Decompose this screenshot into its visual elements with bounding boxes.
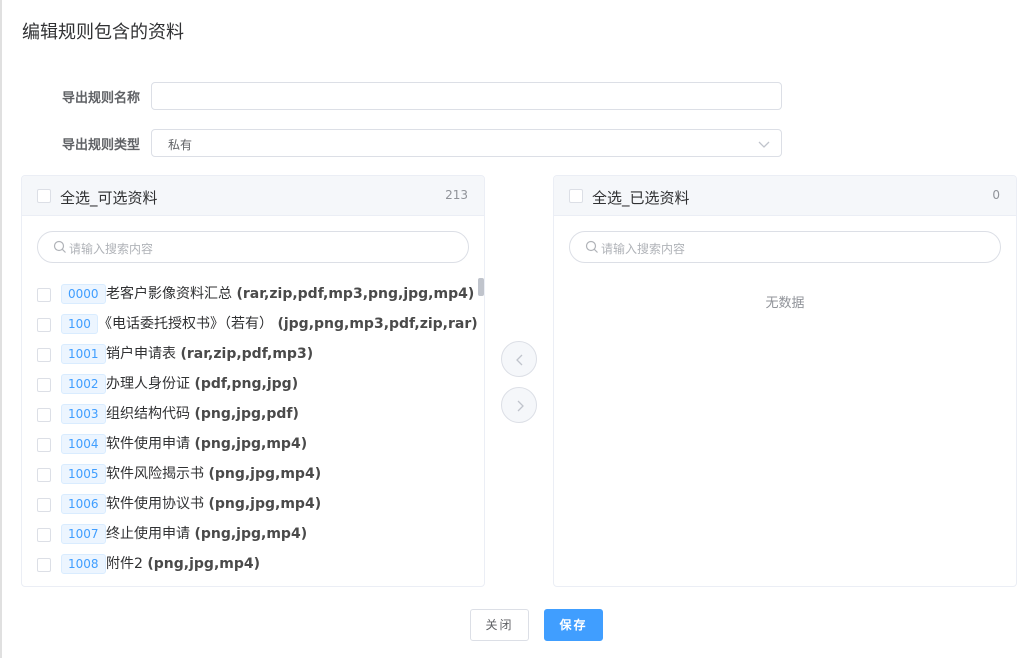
item-name: 《电话委托授权书》（若有） [98, 316, 273, 332]
selected-panel: 全选_已选资料 0 请输入搜索内容 无数据 [553, 175, 1017, 587]
rule-name-label: 导出规则名称 [61, 91, 140, 106]
available-list-scrollbar[interactable] [478, 278, 484, 296]
item-code-tag: 1001 [61, 344, 106, 364]
search-icon [53, 240, 66, 253]
item-checkbox[interactable] [37, 408, 51, 422]
item-label: 软件使用申请 (png,jpg,mp4) [106, 433, 307, 453]
item-name: 办理人身份证 [106, 376, 190, 392]
selected-search-input[interactable]: 请输入搜索内容 [569, 231, 1001, 263]
available-count: 213 [445, 188, 468, 202]
item-name: 销户申请表 [106, 346, 176, 362]
item-code-tag: 1006 [61, 494, 106, 514]
list-item[interactable]: 1001 销户申请表 (rar,zip,pdf,mp3) [22, 338, 484, 368]
list-item[interactable]: 100 《电话委托授权书》（若有） (jpg,png,mp3,pdf,zip,r… [22, 308, 484, 338]
selected-panel-title[interactable]: 全选_已选资料 [592, 187, 690, 208]
selected-search-placeholder: 请输入搜索内容 [601, 242, 686, 256]
item-checkbox[interactable] [37, 318, 51, 332]
item-checkbox[interactable] [37, 438, 51, 452]
list-item[interactable]: 1002 办理人身份证 (pdf,png,jpg) [22, 368, 484, 398]
item-checkbox[interactable] [37, 348, 51, 362]
save-button[interactable]: 保存 [544, 609, 603, 641]
rule-type-select[interactable]: 私有 [151, 129, 782, 157]
selected-panel-header: 全选_已选资料 0 [554, 176, 1016, 216]
available-search-input[interactable]: 请输入搜索内容 [37, 231, 469, 263]
item-code-tag: 0000 [61, 284, 106, 304]
item-label: 老客户影像资料汇总 (rar,zip,pdf,mp3,png,jpg,mp4) [106, 283, 474, 303]
list-item[interactable]: 1008 附件2 (png,jpg,mp4) [22, 548, 484, 578]
selected-count: 0 [992, 188, 1000, 202]
available-panel-title[interactable]: 全选_可选资料 [60, 187, 158, 208]
available-panel-header: 全选_可选资料 213 [22, 176, 484, 216]
list-item[interactable]: 1007 终止使用申请 (png,jpg,mp4) [22, 518, 484, 548]
chevron-left-icon [516, 354, 523, 366]
item-code-tag: 1003 [61, 404, 106, 424]
dialog-title: 编辑规则包含的资料 [22, 22, 184, 43]
item-name: 软件使用申请 [106, 436, 190, 452]
close-button[interactable]: 关闭 [470, 609, 529, 641]
item-code-tag: 1004 [61, 434, 106, 454]
list-item[interactable]: 1005 软件风险揭示书 (png,jpg,mp4) [22, 458, 484, 488]
available-panel: 全选_可选资料 213 请输入搜索内容 0000 老客户影像资料汇总 (rar,… [21, 175, 485, 587]
rule-type-value: 私有 [168, 138, 193, 152]
rule-type-label: 导出规则类型 [61, 138, 140, 153]
item-name: 组织结构代码 [106, 406, 190, 422]
item-formats: (png,jpg,mp4) [208, 466, 322, 482]
item-label: 《电话委托授权书》（若有） (jpg,png,mp3,pdf,zip,rar) [98, 313, 478, 333]
item-formats: (jpg,png,mp3,pdf,zip,rar) [277, 316, 478, 332]
item-name: 终止使用申请 [106, 526, 190, 542]
list-item[interactable]: 1004 软件使用申请 (png,jpg,mp4) [22, 428, 484, 458]
item-formats: (rar,zip,pdf,mp3,png,jpg,mp4) [236, 286, 475, 302]
item-checkbox[interactable] [37, 558, 51, 572]
chevron-down-icon [758, 141, 770, 148]
list-item[interactable]: 1006 软件使用协议书 (png,jpg,mp4) [22, 488, 484, 518]
item-checkbox[interactable] [37, 528, 51, 542]
item-label: 办理人身份证 (pdf,png,jpg) [106, 373, 298, 393]
item-name: 软件风险揭示书 [106, 466, 204, 482]
item-code-tag: 1005 [61, 464, 106, 484]
item-formats: (png,jpg,mp4) [194, 436, 308, 452]
item-code-tag: 100 [61, 314, 98, 334]
empty-text: 无数据 [765, 296, 805, 311]
move-right-button[interactable] [501, 387, 537, 423]
available-search-placeholder: 请输入搜索内容 [69, 242, 154, 256]
select-all-selected-checkbox[interactable] [569, 189, 583, 203]
item-formats: (png,jpg,mp4) [194, 526, 308, 542]
item-label: 软件风险揭示书 (png,jpg,mp4) [106, 463, 321, 483]
item-name: 附件2 [106, 556, 143, 572]
item-checkbox[interactable] [37, 378, 51, 392]
item-label: 附件2 (png,jpg,mp4) [106, 553, 260, 573]
item-formats: (png,jpg,mp4) [147, 556, 261, 572]
rule-name-input[interactable] [151, 82, 782, 110]
item-code-tag: 1007 [61, 524, 106, 544]
item-checkbox[interactable] [37, 498, 51, 512]
item-formats: (png,jpg,pdf) [194, 406, 299, 422]
item-label: 终止使用申请 (png,jpg,mp4) [106, 523, 307, 543]
item-checkbox[interactable] [37, 288, 51, 302]
move-left-button[interactable] [501, 341, 537, 377]
item-formats: (rar,zip,pdf,mp3) [180, 346, 314, 362]
item-code-tag: 1002 [61, 374, 106, 394]
select-all-available-checkbox[interactable] [37, 189, 51, 203]
list-item[interactable]: 0000 老客户影像资料汇总 (rar,zip,pdf,mp3,png,jpg,… [22, 278, 484, 308]
item-label: 软件使用协议书 (png,jpg,mp4) [106, 493, 321, 513]
item-name: 软件使用协议书 [106, 496, 204, 512]
item-label: 销户申请表 (rar,zip,pdf,mp3) [106, 343, 313, 363]
item-checkbox[interactable] [37, 468, 51, 482]
item-name: 老客户影像资料汇总 [106, 286, 232, 302]
item-code-tag: 1008 [61, 554, 106, 574]
item-label: 组织结构代码 (png,jpg,pdf) [106, 403, 299, 423]
list-item[interactable]: 1003 组织结构代码 (png,jpg,pdf) [22, 398, 484, 428]
search-icon [585, 240, 598, 253]
chevron-right-icon [517, 400, 524, 412]
item-formats: (pdf,png,jpg) [194, 376, 299, 392]
item-formats: (png,jpg,mp4) [208, 496, 322, 512]
